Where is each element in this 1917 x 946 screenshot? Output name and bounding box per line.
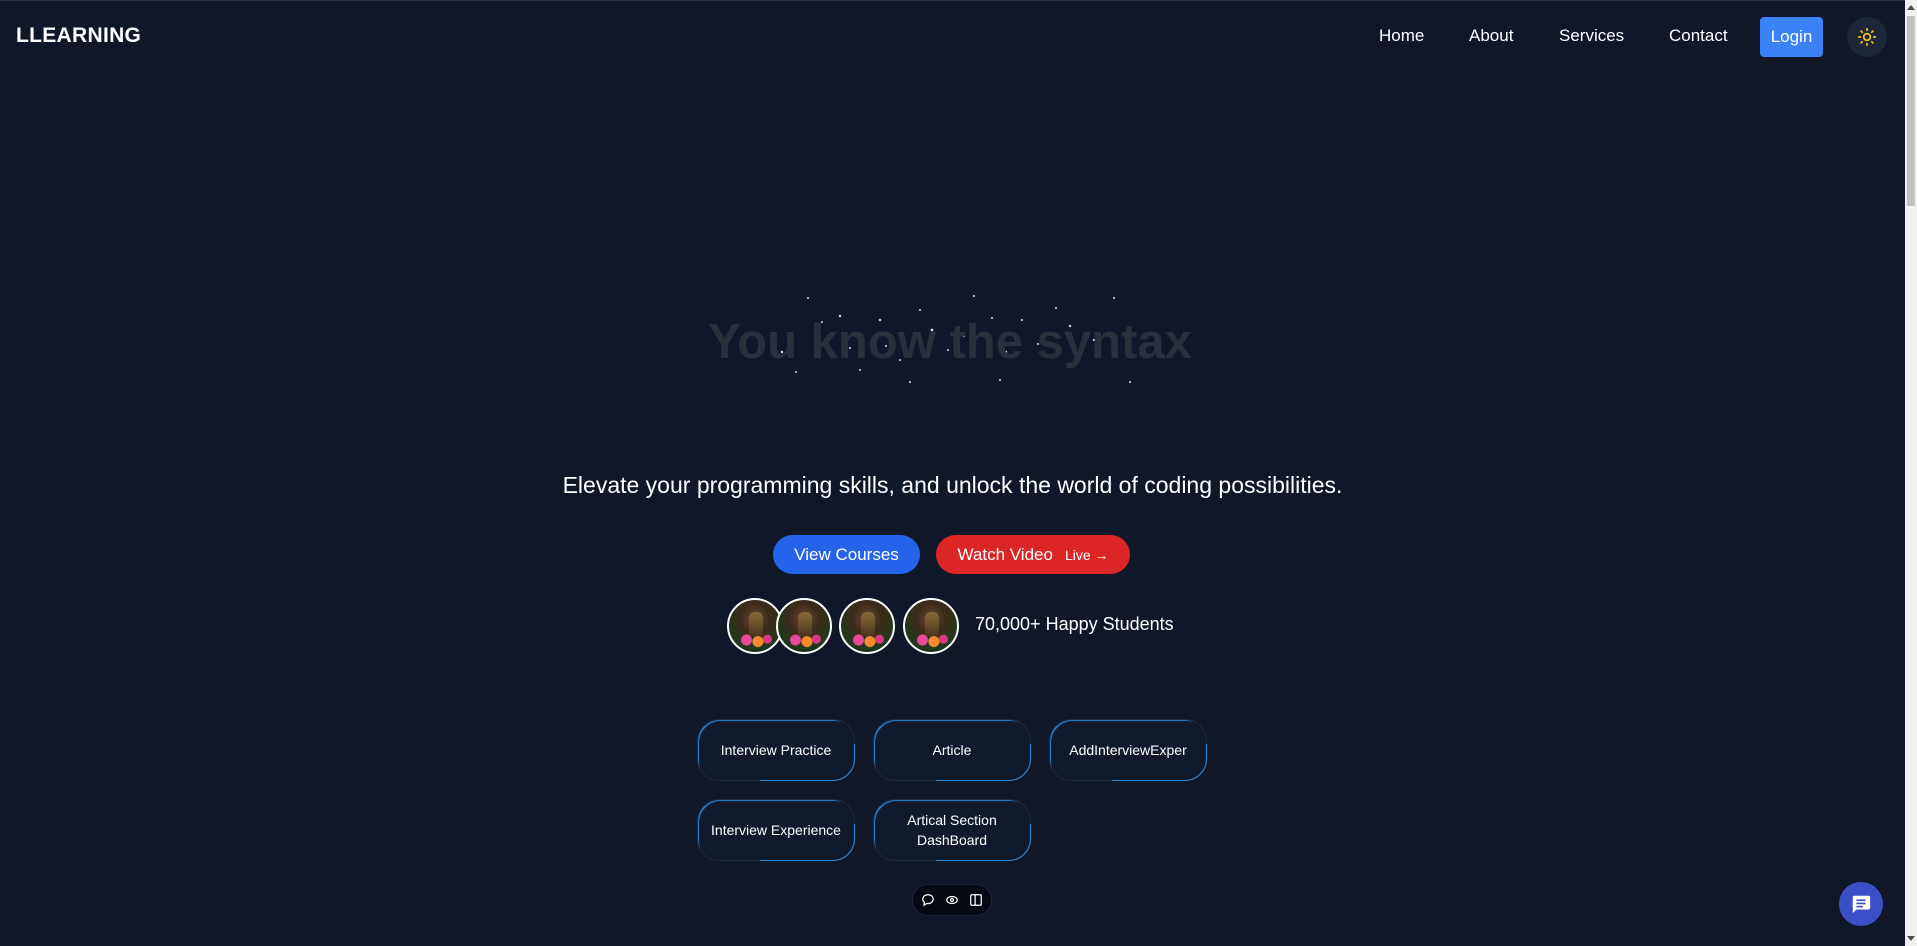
hero-title-container: You know the syntax xyxy=(700,290,1200,390)
sun-icon xyxy=(1857,27,1877,47)
student-avatar xyxy=(839,598,895,654)
floating-toolbar xyxy=(912,884,992,916)
card-article[interactable]: Article xyxy=(873,719,1031,781)
brand-logo[interactable]: LLEARNING xyxy=(16,24,141,48)
scroll-down-arrow-icon[interactable] xyxy=(1905,932,1917,946)
hero-subtitle: Elevate your programming skills, and unl… xyxy=(562,472,1343,498)
link-icon[interactable] xyxy=(944,892,960,908)
scroll-up-arrow-icon[interactable] xyxy=(1905,0,1917,14)
theme-toggle-button[interactable] xyxy=(1847,17,1887,57)
live-badge: Live → xyxy=(1064,546,1109,563)
card-article-section-dashboard[interactable]: Artical Section DashBoard xyxy=(873,799,1031,861)
card-interview-experience[interactable]: Interview Experience xyxy=(697,799,855,861)
card-add-interview-experience[interactable]: AddInterviewExper xyxy=(1049,719,1207,781)
chat-button[interactable] xyxy=(1839,882,1883,926)
watch-video-label: Watch Video xyxy=(957,544,1053,564)
top-border xyxy=(0,0,1905,1)
student-avatar xyxy=(903,598,959,654)
student-avatar xyxy=(776,598,832,654)
view-courses-button[interactable]: View Courses xyxy=(773,535,920,574)
scrollbar-thumb[interactable] xyxy=(1907,16,1915,206)
hero-title: You know the syntax xyxy=(708,315,1192,369)
nav-services[interactable]: Services xyxy=(1559,26,1624,46)
nav-home[interactable]: Home xyxy=(1379,26,1424,46)
sidebar-icon[interactable] xyxy=(968,892,984,908)
login-button[interactable]: Login xyxy=(1760,17,1823,57)
chat-icon xyxy=(1852,895,1871,914)
nav-about[interactable]: About xyxy=(1469,26,1513,46)
comment-icon[interactable] xyxy=(920,892,936,908)
happy-students-count: 70,000+ Happy Students xyxy=(975,614,1174,634)
student-avatar xyxy=(727,598,783,654)
nav-contact[interactable]: Contact xyxy=(1669,26,1728,46)
page-scrollbar[interactable] xyxy=(1905,0,1917,946)
watch-video-button[interactable]: Watch Video Live → xyxy=(936,535,1130,574)
card-interview-practice[interactable]: Interview Practice xyxy=(697,719,855,781)
